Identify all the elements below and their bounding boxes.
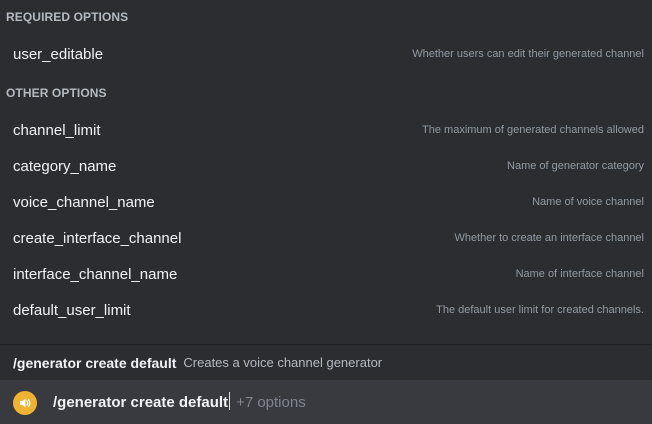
options-panel: REQUIRED OPTIONS user_editable Whether u… — [0, 0, 652, 339]
other-options-header: OTHER OPTIONS — [6, 86, 107, 100]
option-name: channel_limit — [13, 121, 101, 139]
option-category-name[interactable]: category_name Name of generator category — [0, 148, 652, 184]
command-autocomplete: REQUIRED OPTIONS user_editable Whether u… — [0, 0, 652, 424]
option-description: The default user limit for created chann… — [436, 304, 644, 316]
text-caret — [229, 392, 231, 410]
option-user-editable[interactable]: user_editable Whether users can edit the… — [0, 36, 652, 72]
option-default-user-limit[interactable]: default_user_limit The default user limi… — [0, 292, 652, 328]
option-create-interface-channel[interactable]: create_interface_channel Whether to crea… — [0, 220, 652, 256]
required-options-header: REQUIRED OPTIONS — [6, 10, 129, 24]
option-name: user_editable — [13, 45, 104, 63]
option-description: Whether users can edit their generated c… — [412, 48, 644, 60]
option-voice-channel-name[interactable]: voice_channel_name Name of voice channel — [0, 184, 652, 220]
option-name: default_user_limit — [13, 301, 131, 319]
option-description: Name of generator category — [507, 160, 644, 172]
input-value: /generator create default — [53, 394, 229, 411]
option-channel-limit[interactable]: channel_limit The maximum of generated c… — [0, 112, 652, 148]
command-name: /generator create default — [13, 354, 177, 371]
option-name: interface_channel_name — [13, 265, 178, 283]
more-options-count: +7 options — [236, 394, 306, 411]
command-description: Creates a voice channel generator — [183, 355, 383, 370]
option-name: category_name — [13, 157, 117, 175]
option-description: The maximum of generated channels allowe… — [422, 124, 644, 136]
command-hint[interactable]: /generator create default Creates a voic… — [0, 344, 652, 380]
option-interface-channel-name[interactable]: interface_channel_name Name of interface… — [0, 256, 652, 292]
option-description: Name of interface channel — [515, 268, 644, 280]
option-description: Whether to create an interface channel — [454, 232, 644, 244]
input-value-wrap[interactable]: /generator create default +7 options — [53, 392, 306, 411]
message-input[interactable]: /generator create default +7 options — [0, 380, 652, 424]
option-name: create_interface_channel — [13, 229, 182, 247]
option-description: Name of voice channel — [532, 196, 644, 208]
speaker-icon — [13, 391, 37, 415]
option-name: voice_channel_name — [13, 193, 155, 211]
